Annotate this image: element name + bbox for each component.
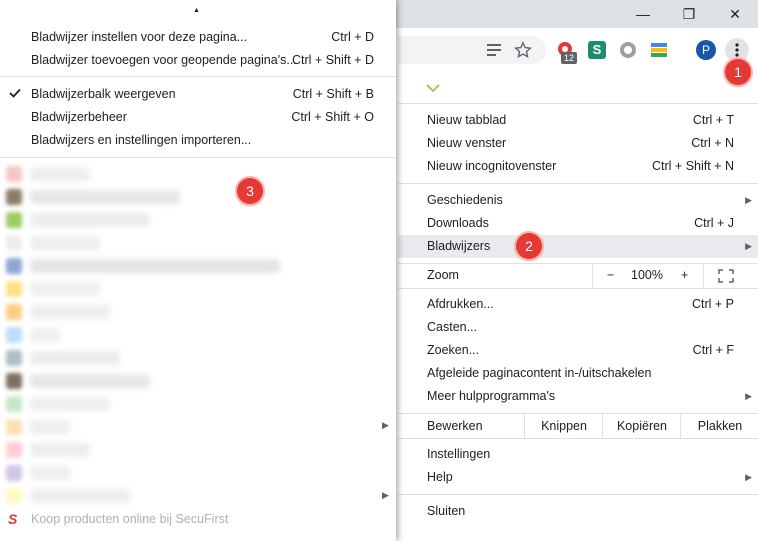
zoom-level: 100% <box>631 268 663 282</box>
bm-item-bookmark-manager[interactable]: Bladwijzerbeheer Ctrl + Shift + O <box>0 106 396 129</box>
close-window-button[interactable]: ✕ <box>712 0 758 28</box>
copy-button[interactable]: Kopiëren <box>602 414 681 438</box>
bm-item-secufirst[interactable]: S Koop producten online bij SecuFirst <box>0 508 396 531</box>
profile-avatar[interactable]: P <box>694 38 718 62</box>
menu-item-reader-mode[interactable]: Afgeleide paginacontent in-/uitschakelen <box>398 362 758 385</box>
bm-item-bookmark-page[interactable]: Bladwijzer instellen voor deze pagina...… <box>0 26 396 49</box>
checkmark-icon <box>9 83 21 106</box>
menu-item-find[interactable]: Zoeken... Ctrl + F <box>398 339 758 362</box>
reading-list-icon[interactable] <box>482 38 506 62</box>
zoom-out-button[interactable]: − <box>607 264 614 287</box>
menu-item-new-tab[interactable]: Nieuw tabblad Ctrl + T <box>398 109 758 132</box>
menu-item-print[interactable]: Afdrukken... Ctrl + P <box>398 293 758 316</box>
restore-button[interactable]: ❐ <box>666 0 712 28</box>
annotation-badge-2: 2 <box>516 233 542 259</box>
submenu-arrow-icon: ▶ <box>382 420 389 430</box>
menu-item-downloads[interactable]: Downloads Ctrl + J <box>398 212 758 235</box>
s-extension-icon[interactable]: S <box>585 38 609 62</box>
menu-item-bookmarks[interactable]: Bladwijzers ▶ <box>398 235 758 258</box>
menu-item-cast[interactable]: Casten... <box>398 316 758 339</box>
secufirst-logo-icon: S <box>8 511 18 527</box>
bm-item-show-bookmarks-bar[interactable]: Bladwijzerbalk weergeven Ctrl + Shift + B <box>0 83 396 106</box>
chrome-main-menu: Nieuw tabblad Ctrl + T Nieuw venster Ctrl … <box>398 70 758 541</box>
scroll-up-arrow-icon[interactable]: ▲ <box>193 7 200 14</box>
submenu-arrow-icon: ▶ <box>382 490 389 500</box>
vertical-dots-icon <box>735 43 739 57</box>
submenu-arrow-icon: ▶ <box>745 391 752 401</box>
annotation-badge-3: 3 <box>237 178 263 204</box>
annotation-badge-1: 1 <box>725 59 751 85</box>
menu-item-help[interactable]: Help ▶ <box>398 466 758 489</box>
bm-item-bookmark-all-tabs[interactable]: Bladwijzer toevoegen voor geopende pagin… <box>0 49 396 72</box>
zoom-controls: − 100% + <box>592 264 704 287</box>
menu-item-new-window[interactable]: Nieuw venster Ctrl + N <box>398 132 758 155</box>
tagged-page-icon <box>426 82 440 96</box>
edit-row: Bewerken Knippen Kopiëren Plakken <box>398 414 758 438</box>
extension-count-badge: 12 <box>561 52 577 64</box>
minimize-button[interactable]: — <box>620 0 666 28</box>
paste-button[interactable]: Plakken <box>680 414 758 438</box>
menu-item-new-incognito[interactable]: Nieuw incognitovenster Ctrl + Shift + N <box>398 155 758 178</box>
bm-item-import[interactable]: Bladwijzers en instellingen importeren..… <box>0 129 396 152</box>
menu-item-history[interactable]: Geschiedenis ▶ <box>398 189 758 212</box>
cut-button[interactable]: Knippen <box>524 414 603 438</box>
menu-item-exit[interactable]: Sluiten <box>398 500 758 523</box>
bookmark-star-icon[interactable] <box>511 38 535 62</box>
menu-item-settings[interactable]: Instellingen <box>398 443 758 466</box>
gray-extension-icon[interactable] <box>616 38 640 62</box>
zoom-in-button[interactable]: + <box>681 264 688 287</box>
submenu-arrow-icon: ▶ <box>745 472 752 482</box>
bookmarks-submenu: ▲ Bladwijzer instellen voor deze pagina.… <box>0 0 396 541</box>
submenu-arrow-icon: ▶ <box>745 195 752 205</box>
colorful-extension-icon[interactable] <box>647 38 671 62</box>
submenu-arrow-icon: ▶ <box>745 241 752 251</box>
zoom-row: Zoom − 100% + <box>398 264 758 287</box>
menu-item-more-tools[interactable]: Meer hulpprogramma's ▶ <box>398 385 758 408</box>
